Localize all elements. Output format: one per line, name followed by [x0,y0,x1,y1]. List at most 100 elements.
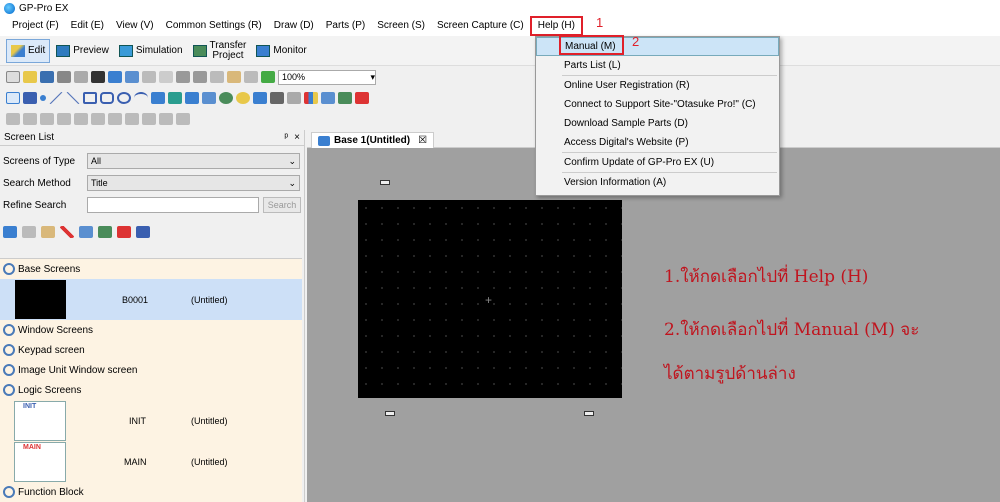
search-button[interactable]: Search [263,197,301,213]
paste-screen-icon[interactable] [41,226,55,238]
line-icon[interactable] [49,92,63,104]
move-icon[interactable] [159,113,173,125]
compare-icon[interactable] [125,113,139,125]
menu-screen-capture[interactable]: Screen Capture (C) [431,16,530,36]
screen-row-init[interactable]: INIT INIT (Untitled) [0,400,302,441]
properties-icon[interactable] [79,226,93,238]
delete-screen-icon[interactable] [60,226,74,238]
polyline-icon[interactable] [66,92,80,104]
menu-item-parts-list[interactable]: Parts List (L) [536,56,779,75]
drawing-screen[interactable]: + [358,200,622,398]
resize-handle[interactable] [380,180,390,185]
circle-icon[interactable] [117,92,131,104]
monitor-button[interactable]: Monitor [252,39,310,63]
grid-icon[interactable] [202,92,216,104]
tree-icon[interactable] [136,226,150,238]
screen-icon[interactable] [108,71,122,83]
menu-edit[interactable]: Edit (E) [65,16,110,36]
keypad-icon[interactable] [270,92,284,104]
transfer-project-button[interactable]: Transfer Project [189,39,251,63]
close-icon[interactable]: × [294,132,300,143]
scale-icon[interactable] [151,92,165,104]
menu-item-version-info[interactable]: Version Information (A) [536,173,779,192]
refine-search-input[interactable] [87,197,259,213]
timer-icon[interactable] [91,113,105,125]
screen-row-main[interactable]: MAIN MAIN (Untitled) [0,441,302,482]
pointer-icon[interactable] [6,92,20,104]
math-icon[interactable] [142,113,156,125]
scissors-icon[interactable] [210,71,224,83]
screens-of-type-select[interactable]: All ⌄ [87,153,300,169]
data-display-icon[interactable] [253,92,267,104]
coil-icon[interactable] [23,113,37,125]
category-function-block[interactable]: Function Block [0,482,302,502]
category-keypad-screen[interactable]: Keypad screen [0,340,302,360]
delete-icon[interactable] [244,71,258,83]
text-icon[interactable] [23,92,37,104]
menu-item-support-site[interactable]: Connect to Support Site-"Otasuke Pro!" (… [536,95,779,114]
copy-screen-icon[interactable] [22,226,36,238]
check-icon[interactable] [261,71,275,83]
dot-icon[interactable] [40,95,46,101]
arc-icon[interactable] [134,92,148,104]
resize-handle[interactable] [385,411,395,416]
close-icon[interactable]: ☒ [418,135,427,146]
menu-item-online-registration[interactable]: Online User Registration (R) [536,76,779,95]
fill-icon[interactable] [168,92,182,104]
menu-help[interactable]: Help (H) [529,16,583,36]
new-icon[interactable] [6,71,20,83]
menu-item-confirm-update[interactable]: Confirm Update of GP-Pro EX (U) [536,153,779,172]
lamp-icon[interactable] [236,92,250,104]
paste-icon[interactable] [227,71,241,83]
window-icon[interactable] [125,71,139,83]
contact-icon[interactable] [6,113,20,125]
copy-icon[interactable] [159,71,173,83]
rectangle-icon[interactable] [83,92,97,104]
print-icon[interactable] [57,71,71,83]
pin-icon[interactable]: ᵖ [284,132,288,143]
bar-chart-icon[interactable] [304,92,318,104]
redo-icon[interactable] [193,71,207,83]
menu-item-download-samples[interactable]: Download Sample Parts (D) [536,114,779,133]
open-icon[interactable] [23,71,37,83]
simulation-button[interactable]: Simulation [115,39,187,63]
new-screen-icon[interactable] [3,226,17,238]
tab-base-1[interactable]: Base 1(Untitled) ☒ [311,132,435,148]
instruction-icon[interactable] [40,113,54,125]
preview-button[interactable]: Preview [52,39,113,63]
zoom-select[interactable]: 100% ▾ [278,69,376,85]
category-logic-screens[interactable]: Logic Screens [0,380,302,400]
table-icon[interactable] [185,92,199,104]
resize-handle[interactable] [584,411,594,416]
menu-item-digital-website[interactable]: Access Digital's Website (P) [536,133,779,152]
trend-icon[interactable] [338,92,352,104]
search-method-select[interactable]: Title ⌄ [87,175,300,191]
pen-icon[interactable] [287,92,301,104]
menu-common-settings[interactable]: Common Settings (R) [160,16,268,36]
save-icon[interactable] [40,71,54,83]
message-icon[interactable] [355,92,369,104]
branch-icon[interactable] [57,113,71,125]
menu-screen[interactable]: Screen (S) [371,16,431,36]
rung-icon[interactable] [74,113,88,125]
cut-icon[interactable] [142,71,156,83]
import-icon[interactable] [117,226,131,238]
counter-icon[interactable] [108,113,122,125]
camera-icon[interactable] [91,71,105,83]
polygon-icon[interactable] [100,92,114,104]
undo-icon[interactable] [176,71,190,83]
edit-button[interactable]: Edit [6,38,51,63]
menu-view[interactable]: View (V) [110,16,160,36]
menu-draw[interactable]: Draw (D) [268,16,320,36]
graph-icon[interactable] [321,92,335,104]
menu-parts[interactable]: Parts (P) [320,16,371,36]
jump-icon[interactable] [176,113,190,125]
export-icon[interactable] [98,226,112,238]
print-preview-icon[interactable] [74,71,88,83]
switch-icon[interactable] [219,92,233,104]
category-window-screens[interactable]: Window Screens [0,320,302,340]
screen-row-b0001[interactable]: B0001 (Untitled) [0,279,302,320]
category-base-screens[interactable]: Base Screens [0,259,302,279]
menu-project[interactable]: Project (F) [6,16,65,36]
category-image-unit-window[interactable]: Image Unit Window screen [0,360,302,380]
